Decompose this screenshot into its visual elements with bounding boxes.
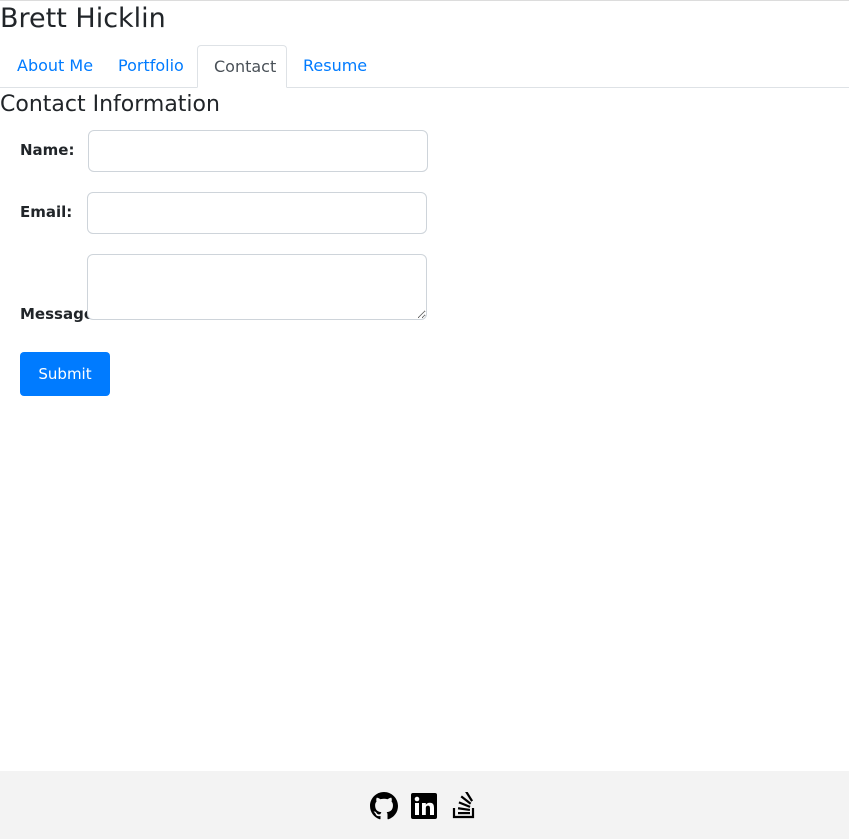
section-title: Contact Information bbox=[0, 92, 220, 117]
tab-portfolio[interactable]: Portfolio bbox=[102, 45, 197, 87]
stackoverflow-icon[interactable] bbox=[450, 792, 478, 820]
email-label: Email: bbox=[20, 203, 73, 221]
footer bbox=[0, 771, 849, 839]
linkedin-icon[interactable] bbox=[410, 792, 438, 820]
name-label: Name: bbox=[20, 141, 75, 159]
name-input[interactable] bbox=[88, 130, 428, 172]
tab-contact[interactable]: Contact bbox=[197, 45, 287, 88]
github-icon[interactable] bbox=[370, 792, 398, 820]
message-textarea[interactable] bbox=[87, 254, 427, 320]
submit-button[interactable]: Submit bbox=[20, 352, 110, 396]
site-title: Brett Hicklin bbox=[0, 3, 166, 34]
nav-tabs: About Me Portfolio Contact Resume bbox=[0, 45, 849, 88]
tab-resume[interactable]: Resume bbox=[287, 45, 375, 87]
page: Brett Hicklin About Me Portfolio Contact… bbox=[0, 0, 849, 839]
social-links bbox=[370, 792, 478, 820]
tab-about-me[interactable]: About Me bbox=[1, 45, 102, 87]
email-input[interactable] bbox=[87, 192, 427, 234]
